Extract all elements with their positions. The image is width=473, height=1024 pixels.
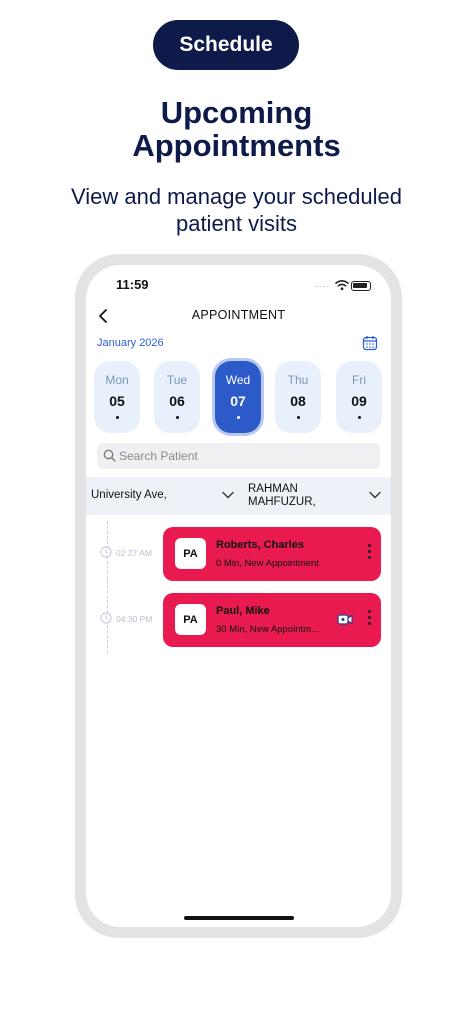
phone-frame: 11:59 .... APPOINTMENT January 2026 Mon … bbox=[75, 254, 402, 938]
signal-icon: .... bbox=[315, 279, 331, 290]
appointment-item: 02:27 AM PA Roberts, Charles 0 Min, New … bbox=[86, 527, 391, 581]
page-title: APPOINTMENT bbox=[191, 308, 286, 322]
day-mon[interactable]: Mon 05 bbox=[94, 361, 140, 433]
day-number: 05 bbox=[109, 393, 125, 409]
location-value: University Ave, bbox=[91, 489, 167, 501]
day-dot bbox=[175, 416, 179, 419]
video-camera-icon[interactable] bbox=[337, 613, 353, 626]
appointment-item: 04:30 PM PA Paul, Mike 30 Min, New Appoi… bbox=[86, 593, 391, 647]
day-number: 08 bbox=[290, 393, 306, 409]
schedule-pill: Schedule bbox=[153, 20, 299, 70]
day-dot bbox=[296, 416, 300, 419]
headline-line-1: Upcoming bbox=[160, 95, 313, 130]
day-name: Fri bbox=[352, 373, 366, 387]
subline-line-2: patient visits bbox=[175, 211, 298, 236]
day-selector: Mon 05 Tue 06 Wed 07 Thu 08 Fri 09 bbox=[94, 361, 384, 433]
headline-line-2: Appointments bbox=[132, 128, 341, 163]
home-indicator bbox=[184, 916, 294, 920]
search-icon bbox=[103, 449, 116, 462]
patient-avatar: PA bbox=[175, 604, 206, 635]
battery-icon bbox=[351, 281, 371, 291]
clock-icon bbox=[100, 612, 112, 624]
calendar-icon bbox=[362, 336, 378, 351]
status-bar: 11:59 .... bbox=[86, 275, 391, 297]
clock-icon bbox=[100, 546, 112, 558]
more-options-button[interactable] bbox=[365, 610, 373, 630]
appointment-card[interactable]: PA Roberts, Charles 0 Min, New Appointme… bbox=[163, 527, 381, 581]
day-wed[interactable]: Wed 07 bbox=[215, 361, 261, 433]
phone-screen: 11:59 .... APPOINTMENT January 2026 Mon … bbox=[86, 265, 391, 927]
promo-subline: View and manage your scheduled patient v… bbox=[0, 183, 473, 237]
day-thu[interactable]: Thu 08 bbox=[275, 361, 321, 433]
month-label: January 2026 bbox=[97, 337, 164, 349]
patient-name: Paul, Mike bbox=[216, 605, 270, 617]
more-vertical-icon bbox=[367, 610, 371, 613]
appointment-description: 30 Min, New Appointm... bbox=[216, 624, 319, 635]
day-number: 09 bbox=[351, 393, 367, 409]
day-name: Tue bbox=[166, 373, 188, 387]
month-row: January 2026 bbox=[86, 333, 391, 355]
appointment-card[interactable]: PA Paul, Mike 30 Min, New Appointm... bbox=[163, 593, 381, 647]
chevron-down-icon bbox=[222, 491, 234, 499]
day-number: 06 bbox=[169, 393, 185, 409]
subline-line-1: View and manage your scheduled bbox=[70, 184, 403, 209]
appointment-time: 04:30 PM bbox=[116, 614, 153, 624]
day-number: 07 bbox=[230, 393, 246, 409]
patient-avatar: PA bbox=[175, 538, 206, 569]
provider-line-1: RAHMAN bbox=[248, 483, 298, 495]
status-time: 11:59 bbox=[116, 277, 149, 292]
day-tue[interactable]: Tue 06 bbox=[154, 361, 200, 433]
chevron-down-icon bbox=[369, 491, 381, 499]
provider-line-2: MAHFUZUR, bbox=[248, 496, 316, 508]
appointment-description: 0 Min, New Appointment bbox=[216, 558, 319, 569]
more-vertical-icon bbox=[367, 544, 371, 547]
day-name: Wed bbox=[225, 373, 251, 387]
provider-value: RAHMAN MAHFUZUR, bbox=[248, 483, 316, 509]
provider-dropdown[interactable]: RAHMAN MAHFUZUR, bbox=[238, 477, 391, 515]
more-options-button[interactable] bbox=[365, 544, 373, 564]
day-name: Mon bbox=[105, 373, 129, 387]
patient-name: Roberts, Charles bbox=[216, 539, 305, 551]
filter-bar: University Ave, RAHMAN MAHFUZUR, bbox=[86, 477, 391, 515]
wifi-icon bbox=[335, 278, 349, 296]
day-fri[interactable]: Fri 09 bbox=[336, 361, 382, 433]
day-dot bbox=[236, 416, 240, 419]
promo-headline: Upcoming Appointments bbox=[0, 96, 473, 162]
location-dropdown[interactable]: University Ave, bbox=[86, 477, 238, 515]
day-dot bbox=[115, 416, 119, 419]
calendar-button[interactable] bbox=[362, 335, 378, 356]
day-name: Thu bbox=[287, 373, 309, 387]
appointment-time: 02:27 AM bbox=[116, 548, 152, 558]
nav-bar: APPOINTMENT bbox=[86, 303, 391, 331]
search-input[interactable] bbox=[119, 443, 369, 469]
day-dot bbox=[357, 416, 361, 419]
search-bar bbox=[97, 443, 380, 469]
